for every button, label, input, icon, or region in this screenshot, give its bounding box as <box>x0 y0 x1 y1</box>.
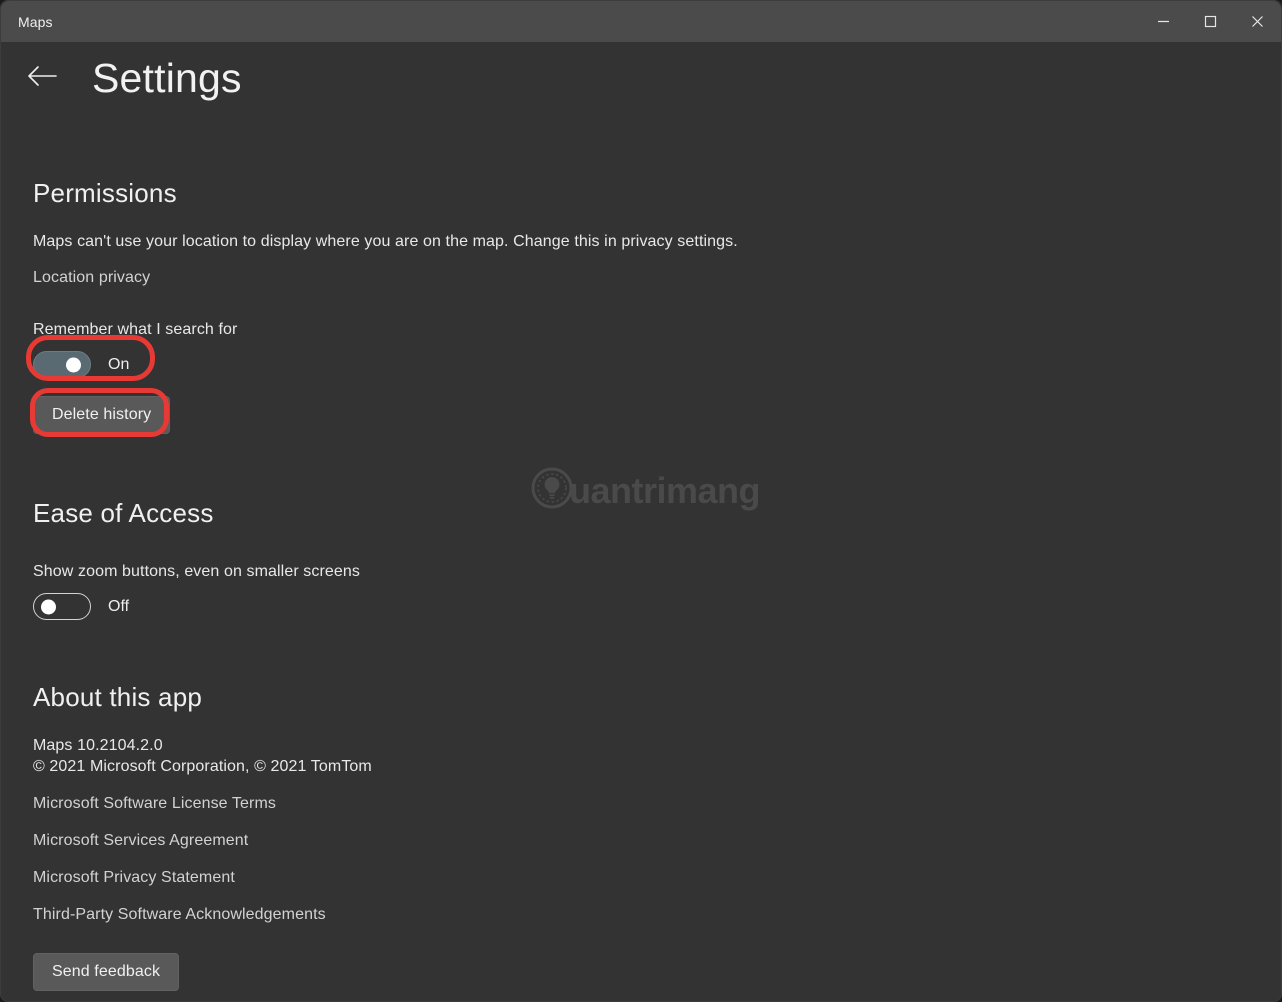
section-permissions: Permissions Maps can't use your location… <box>33 178 1281 434</box>
close-icon <box>1251 15 1264 28</box>
permissions-heading: Permissions <box>33 178 177 208</box>
remember-search-label: Remember what I search for <box>33 321 238 338</box>
show-zoom-buttons-label: Show zoom buttons, even on smaller scree… <box>33 563 361 580</box>
settings-content: Permissions Maps can't use your location… <box>1 114 1281 991</box>
app-version: Maps 10.2104.2.0 <box>33 737 163 754</box>
maximize-button[interactable] <box>1187 1 1234 42</box>
show-zoom-buttons-toggle[interactable] <box>33 593 91 620</box>
show-zoom-buttons-toggle-row: Off <box>33 593 1281 620</box>
about-heading: About this app <box>33 682 203 712</box>
minimize-button[interactable] <box>1140 1 1187 42</box>
remember-search-toggle-state: On <box>108 355 130 373</box>
about-links: Microsoft Software License Terms Microso… <box>33 795 1281 924</box>
location-privacy-link[interactable]: Location privacy <box>33 269 150 287</box>
app-copyright: © 2021 Microsoft Corporation, © 2021 Tom… <box>33 758 372 775</box>
page-title: Settings <box>92 54 242 101</box>
toggle-knob <box>66 357 81 372</box>
window-title: Maps <box>18 13 53 30</box>
link-third-party-acknowledgements[interactable]: Third-Party Software Acknowledgements <box>33 906 326 924</box>
send-feedback-button[interactable]: Send feedback <box>33 953 180 991</box>
title-bar: Maps <box>1 1 1281 42</box>
page-header: Settings <box>1 42 1281 114</box>
minimize-icon <box>1157 15 1170 28</box>
section-ease-of-access: Ease of Access Show zoom buttons, even o… <box>33 498 1281 620</box>
toggle-knob <box>41 599 56 614</box>
link-software-license-terms[interactable]: Microsoft Software License Terms <box>33 795 276 813</box>
permissions-description: Maps can't use your location to display … <box>33 233 738 250</box>
close-button[interactable] <box>1234 1 1281 42</box>
window-controls <box>1140 1 1281 42</box>
send-feedback-row: Send feedback <box>33 953 1281 991</box>
link-privacy-statement[interactable]: Microsoft Privacy Statement <box>33 869 235 887</box>
remember-search-toggle[interactable] <box>33 351 91 378</box>
remember-search-toggle-row: On <box>33 351 1281 378</box>
show-zoom-buttons-toggle-state: Off <box>108 597 130 615</box>
delete-history-button[interactable]: Delete history <box>33 396 171 434</box>
back-button[interactable] <box>19 55 65 101</box>
ease-of-access-heading: Ease of Access <box>33 498 214 528</box>
link-services-agreement[interactable]: Microsoft Services Agreement <box>33 832 248 850</box>
maximize-icon <box>1204 15 1217 28</box>
section-about: About this app Maps 10.2104.2.0 © 2021 M… <box>33 682 1281 991</box>
maps-settings-window: Maps Settings Permissions Maps can't use… <box>0 0 1282 1002</box>
delete-history-row: Delete history <box>33 396 1281 434</box>
arrow-left-icon <box>26 64 58 93</box>
